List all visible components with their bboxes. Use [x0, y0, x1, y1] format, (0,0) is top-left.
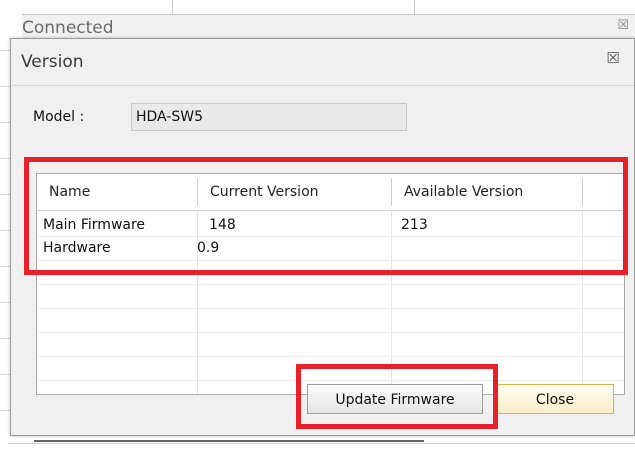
version-table[interactable]: Name Current Version Available Version M…: [36, 173, 625, 395]
background-grid: [0, 0, 635, 14]
grid-line: [0, 122, 10, 123]
grid-line: [0, 410, 10, 411]
version-dialog: Version ☒ Model : HDA-SW5 Name Current V…: [10, 38, 635, 436]
column-header-current-version[interactable]: Current Version: [198, 174, 391, 210]
update-firmware-button[interactable]: Update Firmware: [307, 384, 483, 414]
grid-line: [37, 284, 624, 285]
grid-line: [0, 374, 10, 375]
grid-line: [0, 266, 10, 267]
background-divider: [34, 440, 424, 442]
dialog-title: Version: [21, 52, 84, 72]
model-label: Model :: [33, 109, 85, 125]
background-window-titlebar: Connected ☒: [22, 14, 635, 39]
table-cell: 148: [209, 217, 236, 233]
grid-line: [0, 338, 10, 339]
grid-line: [0, 50, 10, 51]
table-row[interactable]: Main Firmware 148 213: [37, 214, 624, 236]
grid-line: [0, 230, 10, 231]
column-header-available-version[interactable]: Available Version: [392, 174, 582, 210]
table-row[interactable]: Hardware 0.9: [37, 237, 624, 259]
grid-line: [0, 158, 10, 159]
grid-line: [37, 380, 624, 381]
grid-line: [37, 356, 624, 357]
grid-line: [37, 260, 624, 261]
close-button[interactable]: Close: [496, 384, 614, 414]
grid-line: [0, 194, 10, 195]
table-cell: 0.9: [197, 240, 220, 256]
model-value: HDA-SW5: [136, 109, 204, 125]
background-window-title: Connected: [22, 18, 114, 38]
table-header: Name Current Version Available Version: [37, 174, 624, 211]
grid-line: [172, 0, 173, 14]
grid-line: [37, 308, 624, 309]
screen: Connected ☒ Version ☒ Model : HDA-SW5 Na…: [0, 0, 635, 461]
model-field: HDA-SW5: [131, 103, 407, 131]
grid-line: [37, 332, 624, 333]
table-cell: Hardware: [43, 240, 111, 256]
table-cell: Main Firmware: [43, 217, 146, 233]
grid-line: [0, 302, 10, 303]
close-icon[interactable]: ☒: [604, 49, 622, 67]
column-header-name[interactable]: Name: [37, 174, 197, 210]
column-divider[interactable]: [582, 178, 583, 206]
background-close-icon[interactable]: ☒: [617, 18, 629, 33]
title-divider: [11, 85, 634, 86]
background-footer: [8, 443, 635, 461]
table-cell: 213: [401, 217, 428, 233]
grid-line: [414, 0, 415, 14]
grid-line: [0, 86, 10, 87]
background-grid-strip: [0, 14, 10, 461]
